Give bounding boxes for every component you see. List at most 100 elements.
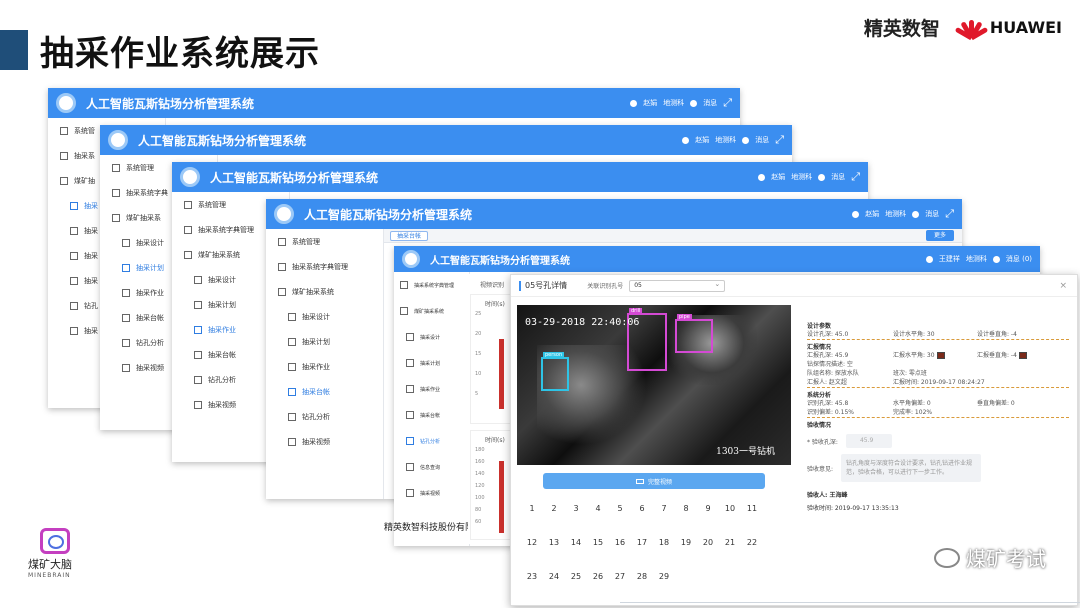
menu-drill-analysis[interactable]: 钻孔分析: [394, 428, 469, 454]
app-logo-icon: [56, 93, 76, 113]
day-cell[interactable]: 22: [741, 537, 763, 549]
menu-info-query[interactable]: 信息查询: [394, 454, 469, 480]
angle-photo-thumb[interactable]: [936, 352, 945, 359]
design-depth: 设计孔深: 45.0: [807, 331, 849, 338]
completion-rate: 完成率: 102%: [893, 409, 933, 416]
day-cell[interactable]: 10: [719, 503, 741, 515]
menu-video[interactable]: 抽采视频: [394, 480, 469, 506]
day-cell[interactable]: 15: [587, 537, 609, 549]
fullscreen-icon[interactable]: ⤢: [775, 133, 784, 147]
day-cell[interactable]: 24: [543, 571, 565, 583]
angle-photo-thumb[interactable]: [1018, 352, 1027, 359]
reporter: 汇报人: 赵文超: [807, 379, 847, 386]
messages-link[interactable]: 消息: [831, 172, 845, 182]
acceptance-opinion-textarea[interactable]: 钻孔角度与深度符合设计要求，钻孔钻进作业规范，验收合格，可以进行下一步工作。: [841, 454, 982, 482]
day-cell[interactable]: 20: [697, 537, 719, 549]
day-cell[interactable]: 11: [741, 503, 763, 515]
menu-design[interactable]: 抽采设计: [266, 304, 383, 329]
surveillance-video[interactable]: person drill pipe 03-29-2018 22:40:06 13…: [517, 305, 791, 465]
day-cell[interactable]: 18: [653, 537, 675, 549]
detail-panel: 设计参数 设计孔深: 45.0 设计水平角: 30 设计垂直角: -4 汇报情况…: [807, 319, 1069, 512]
menu-ledger[interactable]: 抽采台帐: [394, 402, 469, 428]
jingying-logo-text: 精英数智: [863, 18, 940, 40]
fullscreen-icon[interactable]: ⤢: [945, 207, 954, 221]
menu-drill-analysis[interactable]: 钻孔分析: [266, 404, 383, 429]
day-cell[interactable]: 6: [631, 503, 653, 515]
day-cell[interactable]: 23: [521, 571, 543, 583]
plan-icon: [288, 337, 296, 346]
day-cell[interactable]: 12: [521, 537, 543, 549]
document-icon: [278, 262, 286, 271]
day-cell[interactable]: 26: [587, 571, 609, 583]
day-cell[interactable]: 9: [697, 503, 719, 515]
detection-label: drill: [629, 308, 643, 314]
messages-link[interactable]: 消息: [925, 209, 939, 219]
more-button[interactable]: 更多: [925, 230, 954, 241]
menu-dict-mgmt[interactable]: 抽采系统字典管理: [266, 254, 383, 279]
menu-coal-system[interactable]: 煤矿抽采系统: [394, 298, 469, 324]
tab-ledger[interactable]: 抽采台帐: [390, 231, 429, 241]
day-cell[interactable]: 1: [521, 503, 543, 515]
modal-header: 05号孔详情 关联识别孔号 05: [511, 275, 1077, 297]
title-accent: [519, 280, 521, 291]
user-area[interactable]: 赵娟 地测科 消息 ⤢: [630, 96, 732, 110]
day-cell[interactable]: 28: [631, 571, 653, 583]
menu-ledger[interactable]: 抽采台帐: [266, 379, 383, 404]
bell-icon[interactable]: [742, 136, 750, 144]
menu-operation[interactable]: 抽采作业: [394, 376, 469, 402]
messages-link[interactable]: 消息: [703, 98, 717, 108]
menu-dict-mgmt[interactable]: 抽采系统字典管理: [394, 272, 469, 298]
user-area[interactable]: 赵娟 地测科 消息 ⤢: [852, 207, 954, 221]
day-cell[interactable]: 16: [609, 537, 631, 549]
settings-icon: [60, 176, 68, 185]
acceptance-depth-row: * 验收孔深: 45.9: [807, 434, 1069, 448]
day-cell[interactable]: 21: [719, 537, 741, 549]
day-cell[interactable]: 2: [543, 503, 565, 515]
day-cell[interactable]: 4: [587, 503, 609, 515]
user-area[interactable]: 赵娟 地测科 消息 ⤢: [758, 170, 860, 184]
day-cell[interactable]: 19: [675, 537, 697, 549]
fullscreen-icon[interactable]: ⤢: [851, 170, 860, 184]
full-video-button[interactable]: 完整视频: [543, 473, 765, 489]
menu-plan[interactable]: 抽采计划: [266, 329, 383, 354]
menu-video[interactable]: 抽采视频: [266, 429, 383, 454]
assoc-hole-select[interactable]: 05: [629, 279, 726, 292]
messages-link[interactable]: 消息: [755, 135, 769, 145]
day-cell[interactable]: 27: [609, 571, 631, 583]
user-area[interactable]: 王建祥 地测科 消息 (0): [925, 254, 1032, 264]
day-cell[interactable]: 25: [565, 571, 587, 583]
menu-operation[interactable]: 抽采作业: [266, 354, 383, 379]
day-cell[interactable]: 29: [653, 571, 675, 583]
day-cell[interactable]: 13: [543, 537, 565, 549]
fullscreen-icon[interactable]: ⤢: [723, 96, 732, 110]
day-cell[interactable]: 17: [631, 537, 653, 549]
menu-coal-system[interactable]: 煤矿抽采系统: [266, 279, 383, 304]
day-cell[interactable]: 5: [609, 503, 631, 515]
day-cell[interactable]: 7: [653, 503, 675, 515]
window-header: 人工智能瓦斯钻场分析管理系统 赵娟 地测科 消息 ⤢: [172, 162, 868, 192]
bell-icon[interactable]: [992, 255, 1000, 263]
messages-link[interactable]: 消息 (0): [1006, 254, 1032, 264]
app-logo-icon: [108, 130, 128, 150]
bell-icon[interactable]: [690, 99, 698, 107]
header-logos: 精英数智 HUAWEI: [864, 14, 1062, 41]
operation-icon: [70, 251, 78, 260]
bell-icon[interactable]: [818, 173, 826, 181]
user-area[interactable]: 赵娟 地测科 消息 ⤢: [682, 133, 784, 147]
design-horizontal-angle: 设计水平角: 30: [893, 331, 935, 338]
day-cell[interactable]: 3: [565, 503, 587, 515]
acceptance-depth-input[interactable]: 45.9: [845, 434, 892, 448]
app-title: 人工智能瓦斯钻场分析管理系统: [210, 170, 379, 185]
report-depth: 汇报孔深: 45.9: [807, 352, 849, 359]
chart-1-tick: 5: [475, 391, 479, 397]
window-header: 人工智能瓦斯钻场分析管理系统 王建祥 地测科 消息 (0): [394, 246, 1040, 272]
chart-2-tick: 160: [475, 459, 485, 465]
day-cell[interactable]: 8: [675, 503, 697, 515]
menu-plan[interactable]: 抽采计划: [394, 350, 469, 376]
user-icon: [925, 255, 933, 263]
close-icon[interactable]: ×: [1059, 281, 1067, 291]
menu-system-mgmt[interactable]: 系统管理: [266, 229, 383, 254]
menu-design[interactable]: 抽采设计: [394, 324, 469, 350]
day-cell[interactable]: 14: [565, 537, 587, 549]
bell-icon[interactable]: [912, 210, 920, 218]
